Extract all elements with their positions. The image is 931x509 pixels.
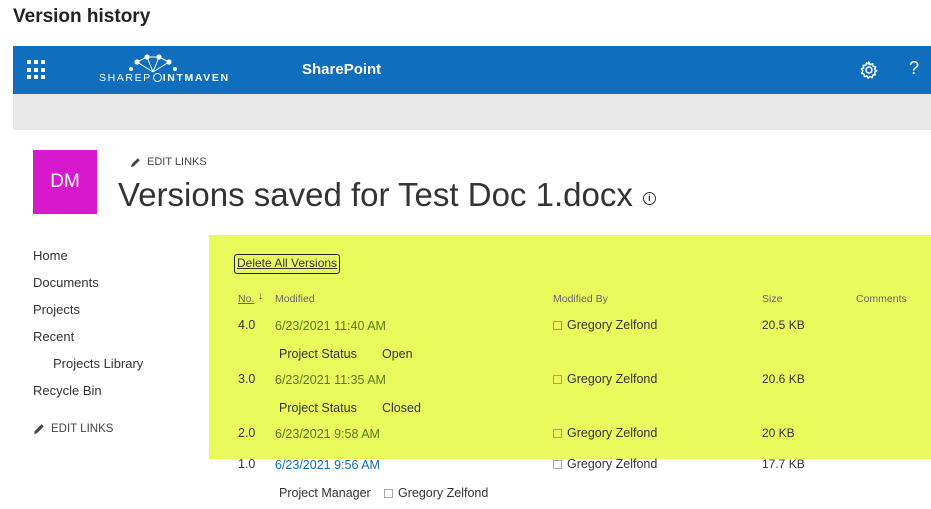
sort-down-arrow-icon: ↓ — [258, 291, 263, 302]
column-header-comments: Comments — [856, 293, 907, 305]
field-value: Gregory Zelfond — [398, 486, 489, 500]
app-name-link[interactable]: SharePoint — [302, 61, 381, 78]
help-button[interactable]: ? — [909, 58, 919, 79]
ribbon-bar — [13, 94, 931, 130]
version-size: 20 KB — [762, 426, 795, 440]
presence-icon — [553, 320, 562, 330]
presence-icon — [553, 428, 562, 438]
version-field-change: Project Status — [279, 347, 357, 361]
version-modified-by[interactable]: Gregory Zelfond — [553, 318, 657, 332]
column-header-no[interactable]: No. — [238, 293, 254, 305]
modified-by-name: Gregory Zelfond — [567, 426, 658, 440]
brand-text-left: SHAREP — [99, 72, 152, 84]
info-icon[interactable]: i — [642, 191, 656, 205]
pencil-icon — [131, 157, 140, 167]
nav-item-recycle-bin[interactable]: Recycle Bin — [33, 383, 102, 398]
version-modified-link[interactable]: 6/23/2021 11:35 AM — [275, 373, 386, 387]
version-field-change: Project Status — [279, 401, 357, 415]
pencil-icon — [34, 424, 44, 434]
version-field-change: Project Manager — [279, 486, 371, 500]
suite-bar: SHAREP INTMAVEN SharePoint ? — [13, 46, 931, 94]
page-title-text: Versions saved for Test Doc 1.docx — [118, 176, 633, 213]
version-modified-by[interactable]: Gregory Zelfond — [553, 426, 657, 440]
brand-network-icon — [129, 54, 177, 73]
edit-links-top[interactable]: EDIT LINKS — [130, 156, 207, 168]
column-header-size: Size — [762, 293, 783, 305]
version-modified-link[interactable]: 6/23/2021 9:58 AM — [275, 427, 380, 441]
column-header-modified: Modified — [275, 293, 315, 305]
nav-item-projects[interactable]: Projects — [33, 302, 80, 317]
modified-by-name: Gregory Zelfond — [567, 457, 658, 471]
edit-links-nav[interactable]: EDIT LINKS — [33, 423, 113, 435]
version-size: 20.6 KB — [762, 372, 805, 386]
site-logo[interactable]: DM — [33, 150, 97, 214]
brand-logo[interactable]: SHAREP INTMAVEN — [99, 54, 239, 88]
delete-all-versions-button[interactable]: Delete All Versions — [234, 254, 341, 274]
version-number: 4.0 — [238, 318, 256, 332]
nav-item-documents[interactable]: Documents — [33, 275, 99, 290]
version-size: 17.7 KB — [762, 457, 805, 471]
edit-links-label: EDIT LINKS — [147, 156, 207, 168]
field-name: Project Manager — [279, 486, 371, 500]
edit-links-nav-label: EDIT LINKS — [51, 423, 114, 435]
app-launcher-icon[interactable] — [27, 60, 47, 80]
modified-by-name: Gregory Zelfond — [567, 372, 658, 386]
presence-icon — [553, 374, 562, 384]
version-modified-by[interactable]: Gregory Zelfond — [553, 457, 657, 471]
version-field-person[interactable]: Gregory Zelfond — [384, 486, 488, 500]
version-modified-link[interactable]: 6/23/2021 9:56 AM — [275, 458, 380, 472]
version-field-value: Closed — [382, 401, 421, 415]
field-name: Project Status — [279, 401, 357, 415]
brand-text-right: INTMAVEN — [162, 72, 230, 84]
settings-gear-icon[interactable] — [859, 60, 879, 80]
version-size: 20.5 KB — [762, 318, 805, 332]
version-field-value: Open — [382, 347, 413, 361]
field-name: Project Status — [279, 347, 357, 361]
version-modified-by[interactable]: Gregory Zelfond — [553, 372, 657, 386]
version-number: 2.0 — [238, 426, 256, 440]
modified-by-name: Gregory Zelfond — [567, 318, 658, 332]
page-title: Versions saved for Test Doc 1.docx i — [118, 176, 656, 214]
column-header-modified-by: Modified By — [553, 293, 608, 305]
nav-item-recent[interactable]: Recent — [33, 329, 74, 344]
presence-icon — [553, 459, 562, 469]
version-modified-link[interactable]: 6/23/2021 11:40 AM — [275, 319, 386, 333]
brand-o-icon — [152, 73, 162, 82]
nav-item-home[interactable]: Home — [33, 248, 68, 263]
dialog-title: Version history — [13, 6, 151, 27]
version-number: 1.0 — [238, 457, 256, 471]
version-number: 3.0 — [238, 372, 256, 386]
nav-item-projects-library[interactable]: Projects Library — [53, 356, 143, 371]
presence-icon — [384, 488, 393, 498]
